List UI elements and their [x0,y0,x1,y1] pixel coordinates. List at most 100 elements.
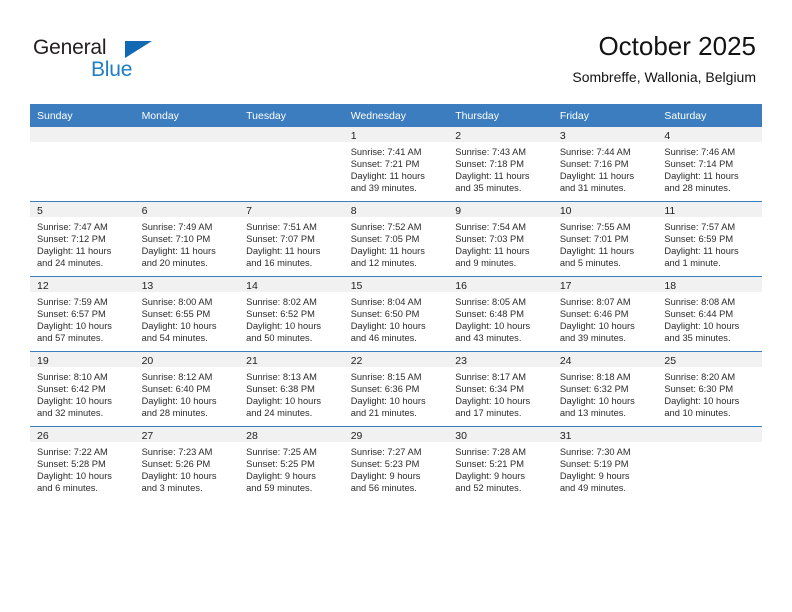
calendar-day-cell[interactable]: 27 Sunrise: 7:23 AM Sunset: 5:26 PM Dayligh… [134,426,240,501]
calendar-day-cell[interactable]: 15 Sunrise: 8:04 AM Sunset: 6:50 PM Dayligh… [343,276,449,352]
calendar-day-cell[interactable]: 26 Sunrise: 7:22 AM Sunset: 5:28 PM Dayligh… [30,426,135,501]
day-details: Sunrise: 7:46 AM Sunset: 7:14 PM Daylight:… [657,142,762,194]
sunrise-text: Sunrise: 7:49 AM [141,222,213,232]
daylight-text-line1: Daylight: 10 hours [246,396,322,407]
daylight-text-line2: and 35 minutes. [455,183,522,194]
daylight-text-line1: Daylight: 10 hours [141,471,217,482]
day-details: Sunrise: 8:05 AM Sunset: 6:48 PM Daylight:… [448,292,553,344]
sunrise-text: Sunrise: 7:51 AM [246,222,317,232]
calendar-day-cell[interactable]: 18 Sunrise: 8:08 AM Sunset: 6:44 PM Dayligh… [657,276,762,352]
daylight-text-line1: Daylight: 11 hours [350,171,425,182]
day-details: Sunrise: 7:27 AM Sunset: 5:23 PM Daylight:… [344,442,449,494]
sunset-text: Sunset: 6:59 PM [664,234,734,245]
daylight-text-line1: Daylight: 11 hours [350,246,425,257]
daylight-text-line2: and 56 minutes. [350,483,417,494]
calendar-day-cell[interactable]: 19 Sunrise: 8:10 AM Sunset: 6:42 PM Dayligh… [30,351,135,427]
day-details: Sunrise: 7:41 AM Sunset: 7:21 PM Daylight:… [344,142,449,194]
sunset-text: Sunset: 5:26 PM [141,459,211,470]
calendar-cell-empty [239,127,344,202]
calendar-day-cell[interactable]: 22 Sunrise: 8:15 AM Sunset: 6:36 PM Dayligh… [343,351,449,427]
calendar-day-cell[interactable]: 13 Sunrise: 8:00 AM Sunset: 6:55 PM Dayligh… [134,276,240,352]
calendar-day-cell[interactable]: 10 Sunrise: 7:55 AM Sunset: 7:01 PM Dayligh… [552,201,658,277]
day-details: Sunrise: 7:28 AM Sunset: 5:21 PM Daylight:… [448,442,553,494]
sunset-text: Sunset: 7:16 PM [559,159,629,170]
calendar-day-cell[interactable]: 29 Sunrise: 7:27 AM Sunset: 5:23 PM Dayligh… [343,426,449,501]
daylight-text-line2: and 59 minutes. [246,483,313,494]
day-number: 24 [552,352,658,367]
day-number [134,127,240,142]
daylight-text-line1: Daylight: 11 hours [37,246,112,257]
daylight-text-line1: Daylight: 9 hours [455,471,526,482]
sunrise-text: Sunrise: 8:00 AM [141,297,213,307]
day-number: 27 [134,427,240,442]
day-details: Sunrise: 8:07 AM Sunset: 6:46 PM Daylight:… [553,292,658,344]
weekday-header-monday: Monday [134,104,240,127]
day-number: 10 [552,202,658,217]
calendar-day-cell[interactable]: 30 Sunrise: 7:28 AM Sunset: 5:21 PM Dayligh… [448,426,553,501]
calendar-day-cell[interactable]: 3 Sunrise: 7:44 AM Sunset: 7:16 PM Daylight… [552,127,658,202]
calendar-day-cell[interactable]: 7 Sunrise: 7:51 AM Sunset: 7:07 PM Daylight… [239,201,344,277]
sunset-text: Sunset: 5:25 PM [246,459,315,470]
day-details: Sunrise: 8:13 AM Sunset: 6:38 PM Daylight:… [239,367,344,419]
day-details: Sunrise: 8:08 AM Sunset: 6:44 PM Daylight:… [657,292,762,344]
day-details: Sunrise: 8:12 AM Sunset: 6:40 PM Daylight:… [135,367,240,419]
daylight-text-line2: and 21 minutes. [350,408,417,419]
calendar-day-cell[interactable]: 4 Sunrise: 7:46 AM Sunset: 7:14 PM Daylight… [657,127,762,202]
calendar-day-cell[interactable]: 21 Sunrise: 8:13 AM Sunset: 6:38 PM Dayligh… [239,351,344,427]
sunset-text: Sunset: 6:55 PM [141,309,211,320]
day-details: Sunrise: 8:02 AM Sunset: 6:52 PM Daylight:… [239,292,344,344]
daylight-text-line2: and 28 minutes. [141,408,208,419]
day-number: 20 [134,352,240,367]
sunrise-text: Sunrise: 8:04 AM [350,297,422,307]
calendar-day-cell[interactable]: 31 Sunrise: 7:30 AM Sunset: 5:19 PM Dayligh… [552,426,658,501]
sunrise-text: Sunrise: 8:05 AM [455,297,527,307]
daylight-text-line1: Daylight: 10 hours [559,321,635,332]
day-number: 8 [343,202,449,217]
day-details: Sunrise: 7:43 AM Sunset: 7:18 PM Daylight:… [448,142,553,194]
day-details: Sunrise: 8:20 AM Sunset: 6:30 PM Daylight:… [657,367,762,419]
calendar-table: Sunday Monday Tuesday Wednesday Thursday… [30,104,762,501]
daylight-text-line1: Daylight: 9 hours [559,471,630,482]
sunrise-text: Sunrise: 7:44 AM [559,147,631,157]
calendar-day-cell[interactable]: 6 Sunrise: 7:49 AM Sunset: 7:10 PM Daylight… [134,201,240,277]
day-number: 31 [552,427,658,442]
day-details: Sunrise: 8:15 AM Sunset: 6:36 PM Daylight:… [344,367,449,419]
calendar-day-cell[interactable]: 11 Sunrise: 7:57 AM Sunset: 6:59 PM Dayligh… [657,201,762,277]
daylight-text-line1: Daylight: 10 hours [141,396,217,407]
calendar-day-cell[interactable]: 17 Sunrise: 8:07 AM Sunset: 6:46 PM Dayligh… [552,276,658,352]
daylight-text-line1: Daylight: 11 hours [664,246,739,257]
calendar-day-cell[interactable]: 24 Sunrise: 8:18 AM Sunset: 6:32 PM Dayligh… [552,351,658,427]
calendar-day-cell[interactable]: 16 Sunrise: 8:05 AM Sunset: 6:48 PM Dayligh… [448,276,553,352]
sunset-text: Sunset: 6:57 PM [37,309,106,320]
daylight-text-line1: Daylight: 10 hours [455,396,531,407]
calendar-day-cell[interactable]: 8 Sunrise: 7:52 AM Sunset: 7:05 PM Daylight… [343,201,449,277]
day-number: 3 [552,127,658,142]
sunrise-text: Sunrise: 8:10 AM [37,372,108,382]
daylight-text-line2: and 43 minutes. [455,333,522,344]
calendar-day-cell[interactable]: 14 Sunrise: 8:02 AM Sunset: 6:52 PM Dayligh… [239,276,344,352]
calendar-cell-empty [134,127,240,202]
calendar-day-cell[interactable]: 20 Sunrise: 8:12 AM Sunset: 6:40 PM Dayligh… [134,351,240,427]
day-number: 14 [239,277,344,292]
daylight-text-line2: and 39 minutes. [350,183,417,194]
day-details: Sunrise: 7:51 AM Sunset: 7:07 PM Daylight:… [239,217,344,269]
calendar-day-cell[interactable]: 5 Sunrise: 7:47 AM Sunset: 7:12 PM Daylight… [30,201,135,277]
calendar-day-cell[interactable]: 2 Sunrise: 7:43 AM Sunset: 7:18 PM Daylight… [448,127,553,202]
sunset-text: Sunset: 6:46 PM [559,309,629,320]
sunrise-text: Sunrise: 7:23 AM [141,447,213,457]
calendar-day-cell[interactable]: 9 Sunrise: 7:54 AM Sunset: 7:03 PM Daylight… [448,201,553,277]
sunrise-text: Sunrise: 7:57 AM [664,222,736,232]
daylight-text-line2: and 13 minutes. [559,408,626,419]
calendar-day-cell[interactable]: 12 Sunrise: 7:59 AM Sunset: 6:57 PM Dayligh… [30,276,135,352]
sunset-text: Sunset: 7:10 PM [141,234,211,245]
calendar-day-cell[interactable]: 28 Sunrise: 7:25 AM Sunset: 5:25 PM Dayligh… [239,426,344,501]
daylight-text-line1: Daylight: 10 hours [37,321,112,332]
day-number [657,427,762,442]
daylight-text-line2: and 16 minutes. [246,258,313,269]
daylight-text-line2: and 20 minutes. [141,258,208,269]
calendar-day-cell[interactable]: 1 Sunrise: 7:41 AM Sunset: 7:21 PM Daylight… [343,127,449,202]
calendar-day-cell[interactable]: 23 Sunrise: 8:17 AM Sunset: 6:34 PM Dayligh… [448,351,553,427]
sunrise-text: Sunrise: 8:08 AM [664,297,736,307]
general-blue-logo[interactable]: General Blue [33,36,163,84]
calendar-day-cell[interactable]: 25 Sunrise: 8:20 AM Sunset: 6:30 PM Dayligh… [657,351,762,427]
